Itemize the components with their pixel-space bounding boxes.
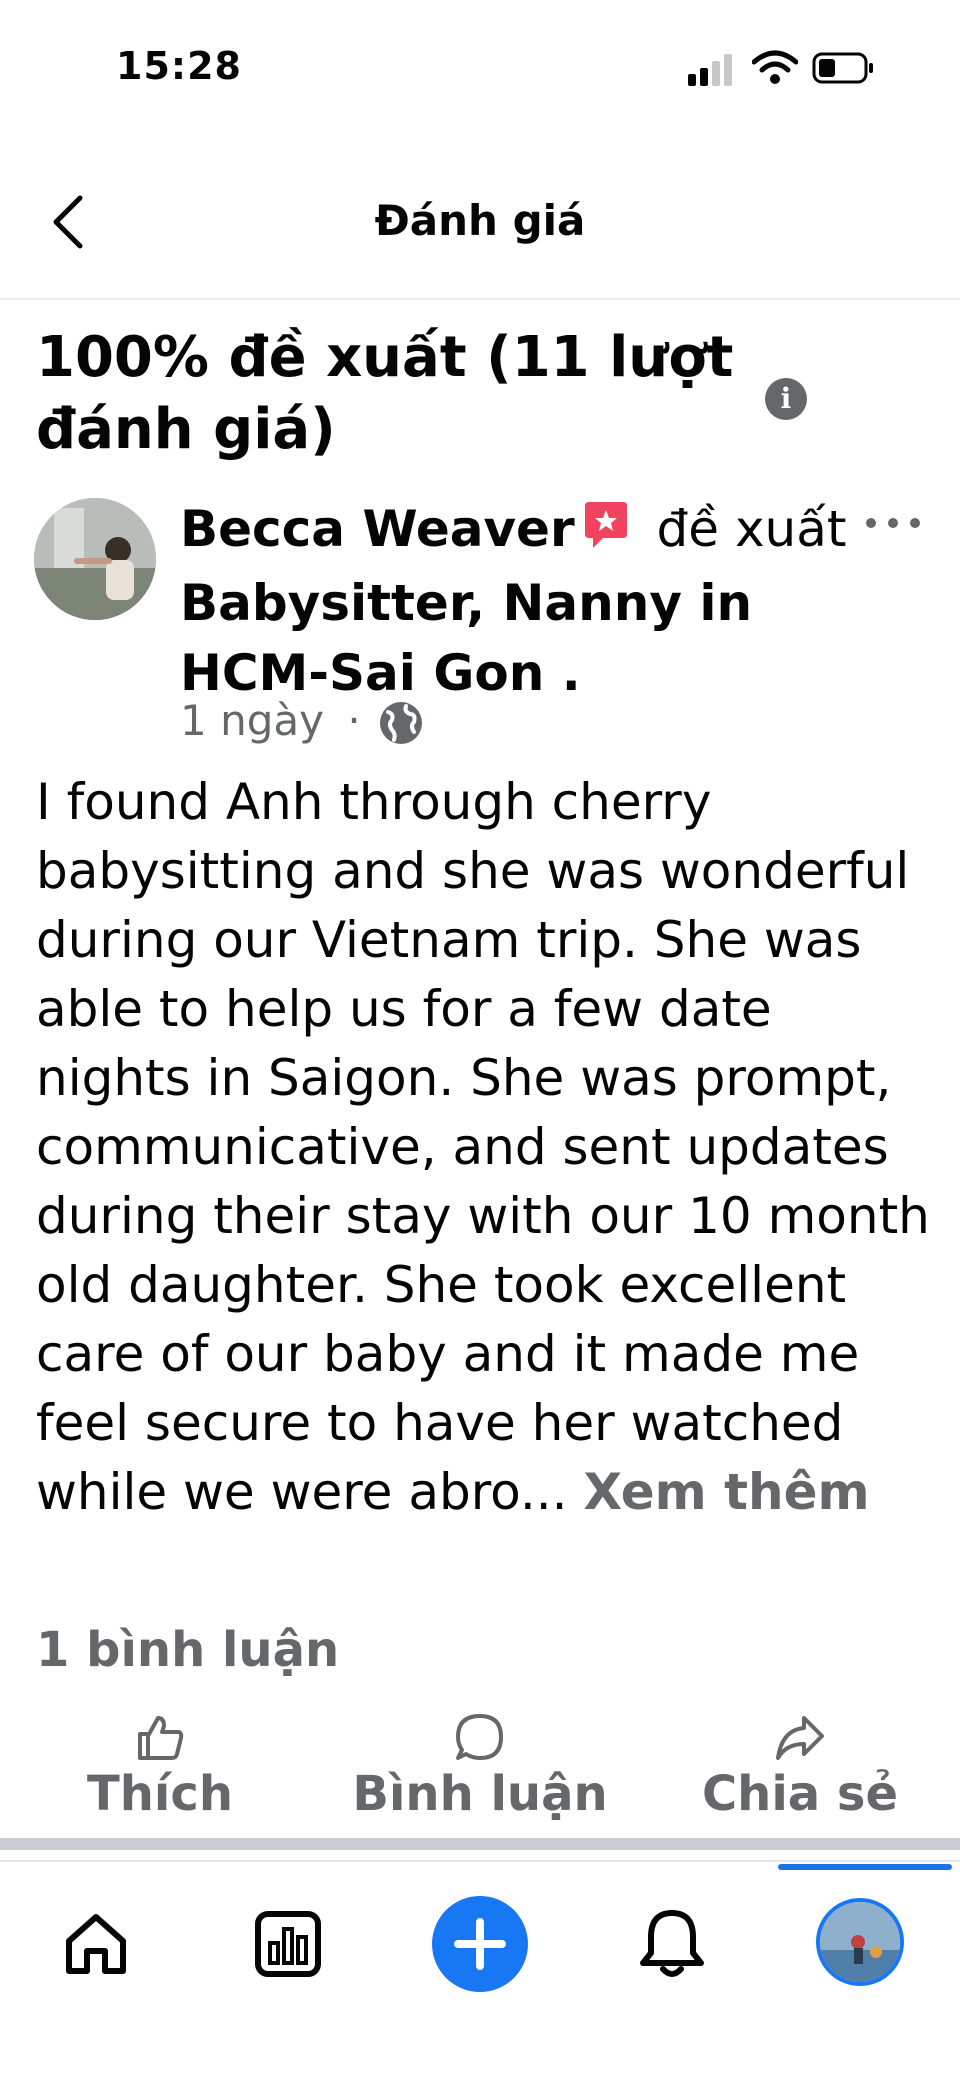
- post-timestamp[interactable]: 1 ngày: [180, 696, 324, 745]
- like-button[interactable]: Thích: [80, 1712, 240, 1822]
- author-name[interactable]: Becca Weaver: [180, 500, 575, 558]
- info-icon[interactable]: i: [765, 378, 807, 420]
- active-tab-indicator: [778, 1864, 952, 1870]
- comment-label: Bình luận: [352, 1766, 608, 1822]
- profile-avatar[interactable]: [816, 1898, 904, 1986]
- share-arrow-icon: [776, 1716, 824, 1760]
- author-avatar[interactable]: [34, 498, 156, 620]
- dashboard-icon[interactable]: [240, 1896, 336, 1992]
- more-options-icon[interactable]: [866, 512, 922, 532]
- comment-count[interactable]: 1 bình luận: [36, 1622, 339, 1678]
- home-icon[interactable]: [48, 1896, 144, 1992]
- recommendation-summary: 100% đề xuất (11 lượt đánh giá): [36, 322, 776, 460]
- header-divider: [0, 298, 960, 300]
- wifi-icon: [752, 50, 798, 84]
- post-header: Becca Weaver đề xuất Babysitter, Nanny i…: [180, 494, 860, 708]
- share-button[interactable]: Chia sẻ: [700, 1712, 900, 1822]
- notifications-icon[interactable]: [624, 1896, 720, 1992]
- recommendation-heading: 100% đề xuất (11 lượt đánh giá): [36, 325, 734, 460]
- comment-button[interactable]: Bình luận: [350, 1712, 610, 1822]
- page-name-period: .: [544, 643, 581, 702]
- top-fan-badge-icon: [581, 498, 631, 568]
- recommend-verb: đề xuất: [656, 500, 847, 558]
- review-text: I found Anh through cherry babysitting a…: [36, 773, 930, 1521]
- page-title: Đánh giá: [374, 196, 586, 245]
- see-more-link[interactable]: Xem thêm: [583, 1463, 869, 1521]
- globe-icon: [380, 702, 422, 744]
- like-label: Thích: [87, 1766, 233, 1822]
- status-time: 15:28: [116, 44, 242, 88]
- cellular-signal-icon: [688, 52, 736, 86]
- add-icon[interactable]: [432, 1896, 528, 1992]
- meta-separator: ·: [347, 696, 361, 745]
- tab-bar-divider: [0, 1860, 960, 1862]
- comment-bubble-icon: [456, 1714, 503, 1760]
- battery-icon: [812, 52, 873, 84]
- page-name-link[interactable]: Babysitter, Nanny in HCM-Sai Gon: [180, 574, 752, 702]
- post-body: I found Anh through cherry babysitting a…: [36, 768, 936, 1527]
- thumbs-up-icon: [138, 1716, 184, 1760]
- post-meta: 1 ngày ·: [180, 696, 361, 745]
- share-label: Chia sẻ: [701, 1766, 899, 1822]
- section-separator: [0, 1838, 960, 1850]
